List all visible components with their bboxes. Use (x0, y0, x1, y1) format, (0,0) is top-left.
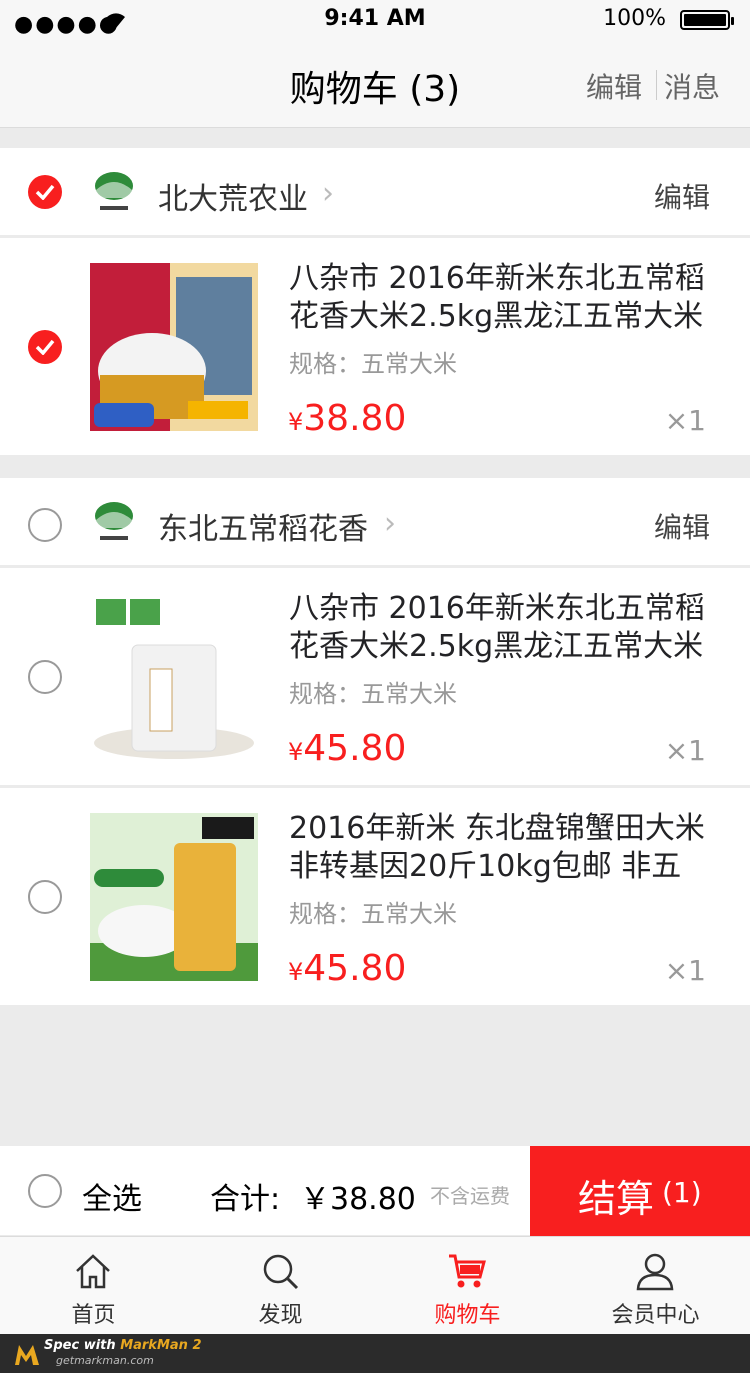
tab-label: 首页 (71, 1303, 116, 1328)
select-all-label[interactable]: 全选 (82, 1174, 142, 1218)
nav-messages-button[interactable]: 消息 (664, 66, 720, 106)
total-label: 合计: (210, 1182, 281, 1217)
product-image[interactable] (90, 593, 258, 761)
battery-percent: 100% (603, 6, 666, 31)
markman-title: Spec with MarkMan 2 (44, 1338, 202, 1353)
price-currency: ¥ (288, 738, 304, 766)
select-all-checkbox[interactable] (28, 1174, 62, 1208)
nav-bar: 购物车 (3) 编辑 消息 (0, 40, 750, 128)
store-logo (95, 172, 133, 210)
store-edit-button[interactable]: 编辑 (654, 176, 710, 216)
store-header: 北大荒农业 › 编辑 (0, 148, 750, 236)
chevron-right-icon[interactable]: › (384, 506, 396, 541)
markman-footer: Spec with MarkMan 2 getmarkman.com (0, 1334, 750, 1373)
price-value: 45.80 (303, 948, 407, 989)
status-bar: ●●●●● 9:41 AM 100% (0, 0, 750, 40)
markman-name: MarkMan 2 (120, 1338, 202, 1353)
product-quantity: ×1 (664, 404, 706, 437)
cart-item: 八杂市 2016年新米东北五常稻花香大米2.5kg黑龙江五常大米 规格：五常大米… (0, 238, 750, 456)
product-image[interactable] (90, 813, 258, 981)
price-currency: ¥ (288, 408, 304, 436)
item-checkbox[interactable] (28, 660, 62, 694)
total-amount: ￥38.80 (300, 1182, 416, 1217)
product-title[interactable]: 八杂市 2016年新米东北五常稻花香大米2.5kg黑龙江五常大米 (289, 260, 709, 336)
markman-logo-icon (15, 1345, 39, 1365)
product-spec: 规格：五常大米 (289, 900, 457, 928)
product-price: ¥38.80 (288, 398, 406, 439)
checkout-button[interactable]: 结算 (1) (530, 1146, 750, 1236)
product-price: ¥45.80 (288, 728, 406, 769)
store-checkbox[interactable] (28, 175, 62, 209)
search-icon (263, 1254, 299, 1290)
tab-member-center[interactable]: 会员中心 (562, 1237, 749, 1335)
price-currency: ¥ (288, 958, 304, 986)
cart-item: 2016年新米 东北盘锦蟹田大米非转基因20斤10kg包邮 非五常大米 规格：五… (0, 788, 750, 1006)
cart-icon (449, 1254, 486, 1288)
user-icon (636, 1253, 674, 1291)
store-edit-button[interactable]: 编辑 (654, 506, 710, 546)
product-quantity: ×1 (664, 734, 706, 767)
product-image[interactable] (90, 263, 258, 431)
product-spec: 规格：五常大米 (289, 350, 457, 378)
cart-item: 八杂市 2016年新米东北五常稻花香大米2.5kg黑龙江五常大米 规格：五常大米… (0, 568, 750, 786)
store-logo (95, 502, 133, 540)
checkmark-icon (35, 184, 55, 200)
price-value: 45.80 (303, 728, 407, 769)
checkout-count: (1) (662, 1176, 702, 1209)
product-quantity: ×1 (664, 954, 706, 987)
checkmark-icon (35, 339, 55, 355)
battery-icon (680, 10, 734, 30)
store-checkbox[interactable] (28, 508, 62, 542)
shipping-note: 不含运费 (430, 1184, 510, 1208)
tab-bar: 首页 发现 购物车 会员中心 (0, 1236, 750, 1334)
store-name[interactable]: 东北五常稻花香 (158, 504, 368, 548)
price-value: 38.80 (303, 398, 407, 439)
chevron-right-icon[interactable]: › (322, 176, 334, 211)
nav-divider (656, 70, 657, 100)
product-spec: 规格：五常大米 (289, 680, 457, 708)
nav-edit-button[interactable]: 编辑 (586, 66, 642, 106)
product-title[interactable]: 2016年新米 东北盘锦蟹田大米非转基因20斤10kg包邮 非五常大米 (289, 810, 709, 886)
tab-label: 会员中心 (611, 1303, 700, 1328)
markman-url: getmarkman.com (56, 1354, 154, 1367)
tab-discover[interactable]: 发现 (187, 1237, 374, 1335)
item-checkbox[interactable] (28, 330, 62, 364)
store-name[interactable]: 北大荒农业 (158, 174, 308, 218)
tab-label: 购物车 (434, 1303, 501, 1328)
markman-prefix: Spec with (44, 1338, 121, 1353)
settle-bar: 全选 合计: ￥38.80 不含运费 结算 (1) (0, 1145, 750, 1236)
item-checkbox[interactable] (28, 880, 62, 914)
product-title[interactable]: 八杂市 2016年新米东北五常稻花香大米2.5kg黑龙江五常大米 (289, 590, 709, 666)
product-price: ¥45.80 (288, 948, 406, 989)
store-header: 东北五常稻花香 › 编辑 (0, 478, 750, 566)
tab-label: 发现 (258, 1303, 303, 1328)
tab-cart[interactable]: 购物车 (374, 1237, 561, 1335)
checkout-label: 结算 (578, 1177, 655, 1221)
home-icon (76, 1254, 110, 1289)
tab-home[interactable]: 首页 (0, 1237, 187, 1335)
